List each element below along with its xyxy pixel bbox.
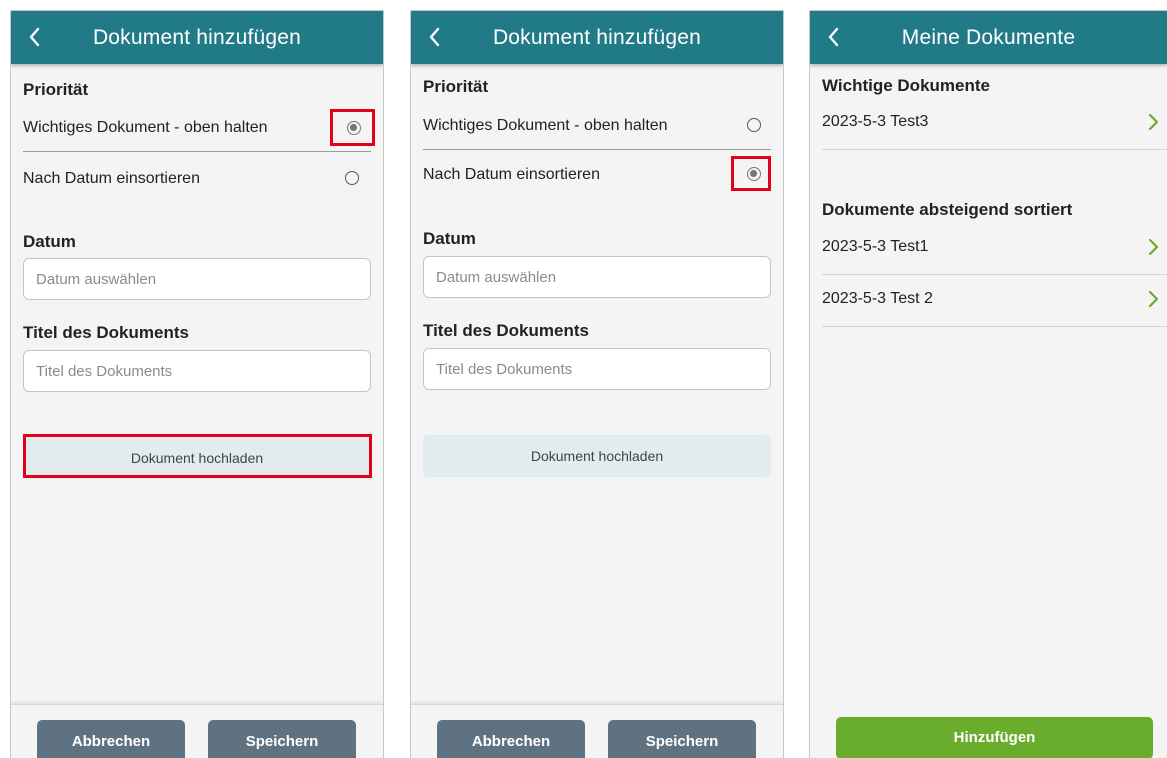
add-document-button[interactable]: Hinzufügen	[836, 717, 1153, 758]
highlight-box-radio	[731, 156, 771, 191]
highlight-box-radio	[330, 109, 375, 146]
date-heading: Datum	[423, 229, 476, 248]
page-title: Dokument hinzufügen	[92, 26, 302, 49]
header-bar: Dokument hinzufügen	[411, 11, 783, 64]
option-important-label[interactable]: Wichtiges Dokument - oben halten	[23, 119, 268, 137]
date-input[interactable]	[23, 258, 371, 300]
divider	[423, 149, 771, 150]
list-item-label: 2023-5-3 Test 2	[822, 290, 933, 307]
list-item-label: 2023-5-3 Test1	[822, 238, 929, 255]
chevron-right-icon	[1148, 113, 1159, 131]
list-item-label: 2023-5-3 Test3	[822, 113, 929, 130]
option-by-date-label[interactable]: Nach Datum einsortieren	[23, 170, 200, 188]
list-item[interactable]: 2023-5-3 Test 2	[822, 274, 1167, 327]
page-title: Dokument hinzufügen	[492, 26, 702, 49]
option-by-date-label[interactable]: Nach Datum einsortieren	[423, 166, 600, 184]
list-item[interactable]: 2023-5-3 Test1	[822, 222, 1167, 275]
priority-heading: Priorität	[423, 77, 489, 96]
sorted-documents-heading: Dokumente absteigend sortiert	[822, 200, 1073, 219]
bottom-bar: Abbrechen Speichern	[411, 704, 783, 758]
header-bar: Dokument hinzufügen	[11, 11, 383, 64]
priority-heading: Priorität	[23, 80, 89, 99]
option-important-label[interactable]: Wichtiges Dokument - oben halten	[423, 117, 668, 135]
save-button[interactable]: Speichern	[208, 720, 356, 758]
bottom-bar: Abbrechen Speichern	[11, 704, 383, 758]
my-documents-screen: Meine Dokumente Wichtige Dokumente 2023-…	[809, 10, 1167, 758]
date-heading: Datum	[23, 232, 76, 251]
important-documents-heading: Wichtige Dokumente	[822, 76, 990, 95]
cancel-button[interactable]: Abbrechen	[37, 720, 185, 758]
list-item[interactable]: 2023-5-3 Test3	[822, 97, 1167, 150]
date-input[interactable]	[423, 256, 771, 298]
radio-by-date[interactable]	[345, 171, 359, 185]
upload-document-button[interactable]: Dokument hochladen	[423, 435, 771, 477]
page-title: Meine Dokumente	[901, 26, 1076, 49]
divider	[23, 151, 371, 152]
doc-title-heading: Titel des Dokuments	[423, 321, 589, 340]
save-button[interactable]: Speichern	[608, 720, 756, 758]
add-document-screen-important: Dokument hinzufügen Priorität Wichtiges …	[10, 10, 384, 758]
highlight-box-upload	[23, 434, 372, 478]
doc-title-input[interactable]	[23, 350, 371, 392]
doc-title-heading: Titel des Dokuments	[23, 323, 189, 342]
doc-title-input[interactable]	[423, 348, 771, 390]
chevron-right-icon	[1148, 238, 1159, 256]
radio-important[interactable]	[747, 118, 761, 132]
chevron-right-icon	[1148, 290, 1159, 308]
add-document-screen-by-date: Dokument hinzufügen Priorität Wichtiges …	[410, 10, 784, 758]
header-bar: Meine Dokumente	[810, 11, 1167, 64]
cancel-button[interactable]: Abbrechen	[437, 720, 585, 758]
